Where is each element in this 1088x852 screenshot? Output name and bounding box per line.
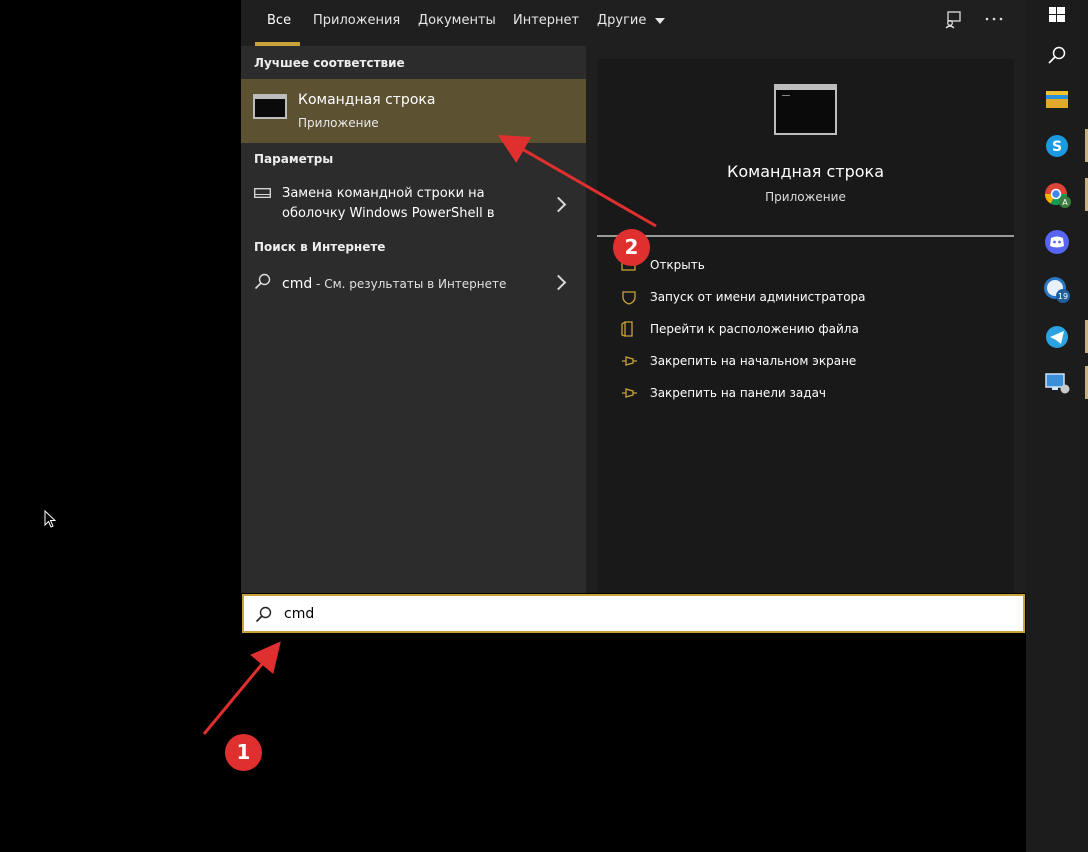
arrow-to-best-match — [497, 135, 657, 228]
annotation-arrows — [202, 135, 657, 735]
arrow-to-search-box — [202, 641, 281, 735]
annotation-badge-1: 1 — [225, 734, 262, 771]
annotation-badge-2: 2 — [613, 229, 650, 266]
